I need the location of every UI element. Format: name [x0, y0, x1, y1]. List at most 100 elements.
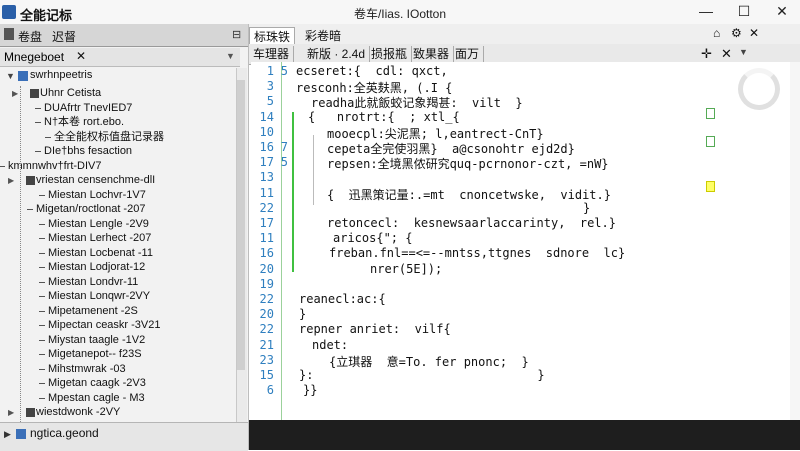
code-line[interactable]: reanecl:ac:{: [299, 292, 386, 306]
panel-icon: [4, 28, 14, 40]
tree-item[interactable]: Mpestan cagle - M3: [0, 391, 234, 406]
tree-connector: [39, 281, 45, 283]
left-scrollbar-thumb[interactable]: [237, 80, 245, 370]
tree-item-label: Migetanepot-- f23S: [48, 348, 142, 360]
gear-icon[interactable]: ⚙: [731, 26, 742, 40]
home-icon[interactable]: ⌂: [713, 26, 720, 40]
line-number: 19: [259, 276, 274, 291]
close-tab-icon[interactable]: ✕: [749, 26, 759, 40]
tree-root[interactable]: ▼ swrhnpeetris: [0, 68, 234, 84]
tab-editor-2[interactable]: 彩卷暗: [301, 27, 345, 44]
code-line[interactable]: repsen:全境黑侬研究quq-pcrnonor-czt, =nW}: [327, 155, 609, 172]
expand-icon[interactable]: ▶: [8, 405, 14, 420]
toolbar-button-1[interactable]: 车理器: [249, 46, 295, 62]
code-line[interactable]: ndet:: [312, 338, 348, 352]
fold-marker[interactable]: 5: [266, 64, 288, 78]
tree-item-label: Mipectan ceaskr -3V21: [48, 319, 161, 331]
tree-item[interactable]: Miestan Lochvr-1V7: [0, 188, 234, 203]
tree-item-label: DUAfrtr TnevIED7: [44, 101, 133, 114]
tree-connector: [39, 383, 45, 384]
code-line[interactable]: freban.fnl==<=--mntss,ttgnes sdnore lc}: [329, 246, 625, 260]
status-item-label[interactable]: ngtica.geond: [30, 426, 99, 440]
tree-item[interactable]: 全全能权标值盘记录器: [0, 130, 234, 145]
tree-item[interactable]: Mipetamenent -2S: [0, 304, 234, 319]
line-number: 22: [259, 292, 274, 306]
tree-connector: [39, 339, 45, 341]
code-line[interactable]: nrer(5E]);: [370, 262, 442, 276]
toolbar-button-5[interactable]: 面万: [451, 46, 485, 62]
code-line[interactable]: }: [299, 307, 306, 321]
editor-tabs: 标珠铁 彩卷暗 ⌂ ⚙ ✕: [249, 24, 800, 45]
tree-item[interactable]: ▶ vriestan censenchme-dlI: [0, 173, 234, 188]
tree-item[interactable]: kmmnwhv†frt-DIV7: [0, 159, 234, 174]
toolbar-button-3[interactable]: 损报瓶: [367, 46, 413, 62]
left-panel: 卷盘 迟督 ⊟ Mnegeboet ✕ ▼ ▼ swrhnpeetris ▶ Uh…: [0, 24, 249, 451]
toolbar-button-2[interactable]: 新版 · 2.4d: [303, 46, 371, 62]
code-line[interactable]: }: [583, 201, 590, 215]
expand-icon[interactable]: ▶: [8, 173, 14, 188]
code-line[interactable]: }}: [303, 383, 317, 397]
tree-item[interactable]: Miestan Lengle -2V9: [0, 217, 234, 232]
warning-marker-icon: [706, 181, 715, 192]
line-number: 5: [266, 94, 274, 109]
tree-connector: [39, 267, 45, 268]
tree-item[interactable]: Miestan Locbenat -11: [0, 246, 234, 261]
tree-item[interactable]: Miystan taagle -1V2: [0, 333, 234, 348]
expand-root-icon[interactable]: ▼: [6, 71, 15, 81]
panel-dropdown-icon[interactable]: ▼: [226, 51, 235, 61]
tree-item[interactable]: Migetanepot-- f23S: [0, 347, 234, 362]
line-number: 16: [259, 246, 274, 261]
code-line[interactable]: ecseret:{ cdl: qxct,: [296, 64, 448, 78]
tree-item-label: Miestan Locbenat -11: [48, 246, 153, 259]
tab-editor-1[interactable]: 标珠铁: [249, 27, 296, 45]
editor-scrollbar[interactable]: [790, 62, 800, 420]
code-line[interactable]: repner anriet: vilf{: [299, 322, 451, 336]
line-number: 17: [259, 216, 274, 230]
fold-marker[interactable]: 5: [266, 155, 288, 169]
tree-item[interactable]: Miestan Lerhect -207: [0, 231, 234, 246]
tree-item[interactable]: Migetan/roctlonat -207: [0, 202, 234, 217]
tree-item[interactable]: DUAfrtr TnevIED7: [0, 101, 234, 116]
tree-item-label: Uhnr Cetista: [40, 87, 102, 99]
minimize-button[interactable]: —: [688, 0, 724, 24]
close-button[interactable]: ✕: [764, 0, 800, 24]
gutter-marker-icon: [706, 136, 715, 147]
close-panel-tab-icon[interactable]: ✕: [76, 49, 86, 63]
fold-marker[interactable]: 7: [266, 140, 288, 154]
collapse-icon[interactable]: ⊟: [232, 28, 241, 41]
status-expand-icon[interactable]: ▶: [4, 429, 11, 440]
tab-supervise[interactable]: 迟督: [52, 28, 76, 45]
line-number: 20: [259, 307, 274, 322]
code-line[interactable]: aricos{"; {: [333, 231, 412, 245]
line-number: 15: [259, 368, 274, 382]
overflow-icon[interactable]: ▼: [739, 47, 748, 57]
tree-item[interactable]: Miestan Lonqwr-2VY: [0, 289, 234, 304]
tree-item[interactable]: Miestan Lodjorat-12: [0, 260, 234, 275]
indent-guide: [313, 135, 314, 205]
tree-item-label: Miestan Lerhect -207: [48, 232, 152, 244]
code-line[interactable]: }: }: [299, 368, 545, 382]
tree-item[interactable]: N†本卷 rort.ebo.: [0, 115, 234, 130]
tree-item[interactable]: Miestan Londvr-11: [0, 275, 234, 290]
code-line[interactable]: { 迅黑策记量:.=mt cnoncetwske, vidit.}: [327, 186, 611, 203]
tree-item[interactable]: Mihstmwrak -03: [0, 362, 234, 377]
toolbar-button-4[interactable]: 致果器: [409, 46, 455, 62]
line-number: 21: [259, 337, 274, 352]
tree-item[interactable]: Mipectan ceaskr -3V21: [0, 318, 234, 333]
tree-item-label: 全全能权标值盘记录器: [54, 130, 164, 143]
close-icon[interactable]: ✕: [721, 46, 732, 62]
tree-item[interactable]: ▶ Uhnr Cetista: [0, 86, 234, 101]
window-title: 卷车/Ii​as. IOotton: [353, 7, 447, 21]
code-line[interactable]: { nrotrt:{ ; xtl_{: [308, 110, 460, 124]
tree-item[interactable]: Migetan caagk -2V3: [0, 376, 234, 391]
node-icon: [16, 429, 26, 439]
code-line[interactable]: retoncecl: kesnewsaarlaccarinty, rel.}: [327, 216, 616, 230]
tab-disk[interactable]: 卷盘: [18, 28, 42, 45]
tree-item-label: N†本卷 rort.ebo.: [44, 116, 125, 128]
expand-icon[interactable]: ▶: [12, 86, 18, 101]
tree-item[interactable]: DIe†bhs fesaction: [0, 144, 234, 159]
maximize-button[interactable]: ☐: [726, 0, 762, 24]
tree-item-label: DIe†bhs fesaction: [44, 145, 133, 157]
add-icon[interactable]: ✛: [701, 46, 712, 62]
tree-item[interactable]: ▶ wiestdwonk -2VY: [0, 405, 234, 420]
